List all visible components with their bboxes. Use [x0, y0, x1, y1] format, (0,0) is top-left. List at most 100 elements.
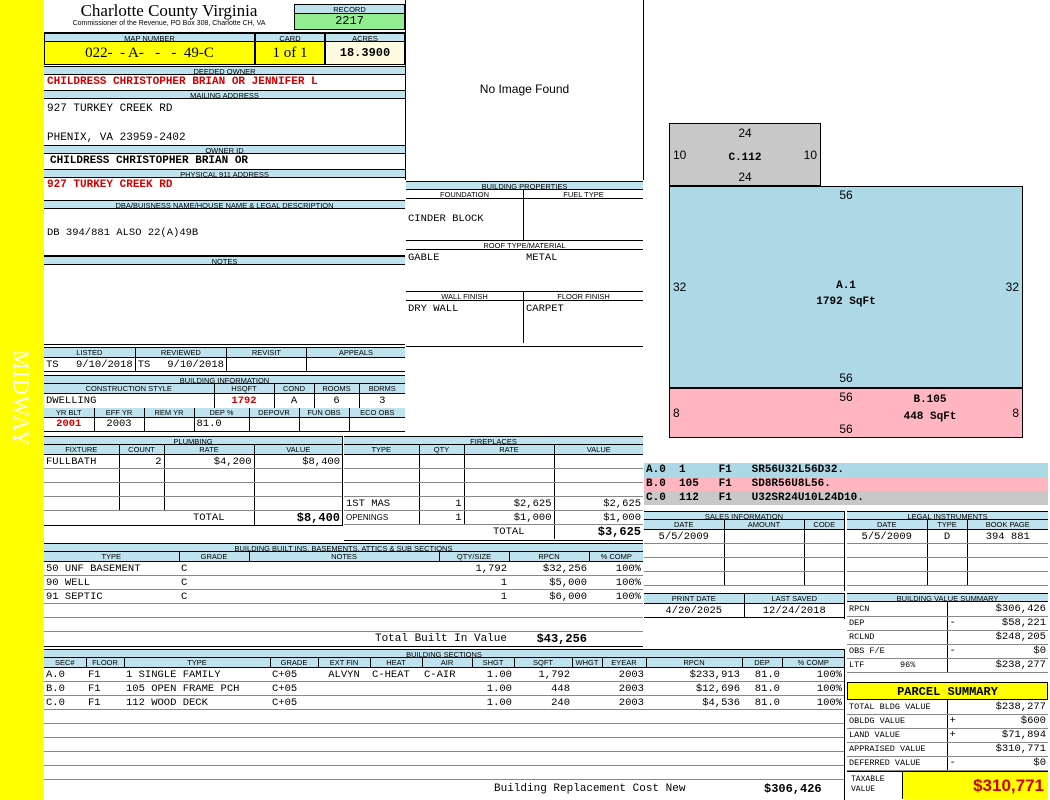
- header: Charlotte County Virginia Commissioner o…: [44, 2, 294, 32]
- builtin-type-header: TYPE: [44, 552, 180, 562]
- plumbing-rate-header: RATE: [164, 445, 255, 455]
- acres-value: 18.3900: [326, 42, 404, 64]
- plumbing: PLUMBING FIXTURE COUNT RATE VALUE FULLBATH 2…: [44, 436, 343, 526]
- builtin-rpcn: $5,000: [509, 575, 589, 590]
- county-title: Charlotte County Virginia: [80, 1, 258, 20]
- sec-sqft: 1,792: [514, 667, 572, 682]
- builtin-type: 91 SEPTIC: [44, 589, 179, 604]
- bvs-value: $58,221: [962, 616, 1048, 631]
- legal-description-label: DBA/BUISNESS NAME/HOUSE NAME & LEGAL DES…: [44, 200, 405, 210]
- sec-dep: 81.0: [742, 667, 782, 682]
- fun-obs: [299, 417, 350, 431]
- bvs-sign: [947, 658, 962, 673]
- sketch-a-top: 56: [839, 188, 853, 202]
- taxable-value: $310,771: [903, 771, 1048, 799]
- builtin-qty: 1: [439, 589, 509, 604]
- sec-id: A.0: [44, 667, 86, 682]
- fireplace-value: $1,000: [554, 510, 643, 525]
- sec-heat: C-HEAT: [370, 667, 422, 682]
- revisit-value: [226, 357, 307, 372]
- notes-label: NOTES: [44, 256, 405, 266]
- sketch-b-bottom: 56: [839, 422, 853, 436]
- legal-description: DB 394/881 ALSO 22(A)49B: [47, 227, 199, 239]
- plumbing-title: PLUMBING: [44, 436, 342, 446]
- fireplace-value: $2,625: [554, 496, 643, 511]
- sketch-c-left: 10: [673, 148, 687, 162]
- reviewed-date: 9/10/2018: [165, 357, 227, 372]
- yr-blt: 2001: [44, 417, 95, 431]
- roof-material: METAL: [526, 252, 558, 264]
- sec-rpcn: $4,536: [646, 695, 742, 710]
- notes-box: NOTES: [44, 256, 405, 345]
- roof-label: ROOF TYPE/MATERIAL: [406, 241, 643, 250]
- built-in-total: $43,256: [536, 632, 587, 646]
- building-properties-title: BUILDING PROPERTIES: [406, 181, 643, 191]
- builtin-qty: 1,792: [439, 561, 509, 576]
- owner-id: CHILDRESS CHRISTOPHER BRIAN OR: [50, 155, 249, 167]
- sec-dep: 81.0: [742, 681, 782, 696]
- parcel-value: $0: [962, 756, 1048, 771]
- sketch-a-bottom: 56: [839, 371, 853, 385]
- commissioner-line: Commissioner of the Revenue, PO Box 308,…: [72, 20, 266, 27]
- built-ins: BUILDING BUILT INS, BASEMENTS, ATTICS & …: [44, 543, 643, 647]
- bvs-sign: [947, 630, 962, 645]
- building-sections-title: BUILDING SECTIONS: [44, 649, 844, 659]
- table-row: 91 SEPTIC C 1 $6,000 100%: [44, 589, 643, 604]
- reviewed-by: TS: [137, 358, 151, 371]
- foundation-label: FOUNDATION: [406, 190, 524, 199]
- whgt-header: WHGT: [572, 658, 603, 668]
- mailing-line-2: PHENIX, VA 23959-2402: [47, 132, 186, 144]
- table-row: 5/5/2009: [644, 529, 844, 544]
- fireplace-rate: $2,625: [464, 496, 555, 511]
- sales-amount-header: AMOUNT: [724, 520, 805, 530]
- table-row: OBS F/E - $0: [847, 644, 1048, 659]
- plumbing-count: 2: [119, 454, 165, 469]
- sec-eyear: 2003: [602, 667, 646, 682]
- district-label: MIDWAY: [9, 350, 34, 447]
- card-label: CARD: [256, 33, 324, 43]
- legend-c: C.0 112 F1 U32SR24U10L24D10.: [644, 491, 1048, 505]
- listing-box: LISTED REVIEWED REVISIT APPEALS TS 9/10/2018…: [44, 347, 405, 373]
- sec-shgt: 1.00: [472, 667, 514, 682]
- sec-ext-fin: [318, 695, 370, 710]
- sec-id: B.0: [44, 681, 86, 696]
- print-date-label: PRINT DATE: [644, 593, 745, 604]
- fireplace-qty-header: QTY: [419, 445, 465, 455]
- fuel-type-label: FUEL TYPE: [563, 190, 604, 199]
- sketch-a-left: 32: [673, 280, 687, 294]
- air-header: AIR: [422, 658, 473, 668]
- dep-pct-label: DEP %: [194, 407, 250, 418]
- building-info-title: BUILDING INFORMATION: [44, 375, 405, 385]
- plumbing-value: $8,400: [254, 454, 342, 469]
- record-value: 2217: [295, 14, 404, 29]
- eff-yr-label: EFF YR: [94, 407, 145, 418]
- legal-instruments: LEGAL INSTRUMENTS DATE TYPE BOOK PAGE 5/5/…: [847, 511, 1048, 591]
- comp-header: % COMP: [782, 658, 844, 668]
- sec-comp: 100%: [782, 667, 844, 682]
- sales-code-header: CODE: [804, 520, 844, 530]
- building-info: BUILDING INFORMATION CONSTRUCTION STYLE H…: [44, 375, 405, 432]
- listed-by: TS: [46, 358, 59, 371]
- sec-whgt: [572, 695, 602, 710]
- fireplace-qty: 1: [419, 510, 465, 525]
- dep-header: DEP: [742, 658, 783, 668]
- plumbing-total: $8,400: [296, 511, 340, 525]
- parcel-label: APPRAISED VALUE: [847, 742, 948, 757]
- last-saved-date: 12/24/2018: [762, 604, 826, 617]
- bvs-label: RPCN: [847, 602, 948, 617]
- fireplace-rate-header: RATE: [464, 445, 555, 455]
- table-row: DEFERRED VALUE - $0: [847, 756, 1048, 771]
- wall-finish-label: WALL FINISH: [406, 292, 524, 301]
- builtin-rpcn: $6,000: [509, 589, 589, 604]
- legend-b: B.0 105 F1 SD8R56U8L56.: [644, 477, 1048, 491]
- sketch-b-left: 8: [673, 406, 680, 420]
- sketch-a-label: A.1: [836, 280, 856, 292]
- table-row: 1ST MAS 1 $2,625 $2,625: [344, 496, 643, 511]
- appeals-value: [306, 358, 405, 372]
- building-sketch: C.112 24 24 10 10 A.1 1792 SqFt 56 56 32…: [644, 0, 1050, 462]
- sec-rpcn: $12,696: [646, 681, 742, 696]
- builtin-rpcn: $32,256: [509, 561, 589, 576]
- hsqft: 1792: [214, 393, 275, 408]
- bvs-label: LTF 96%: [847, 658, 948, 673]
- builtin-notes: [249, 575, 439, 590]
